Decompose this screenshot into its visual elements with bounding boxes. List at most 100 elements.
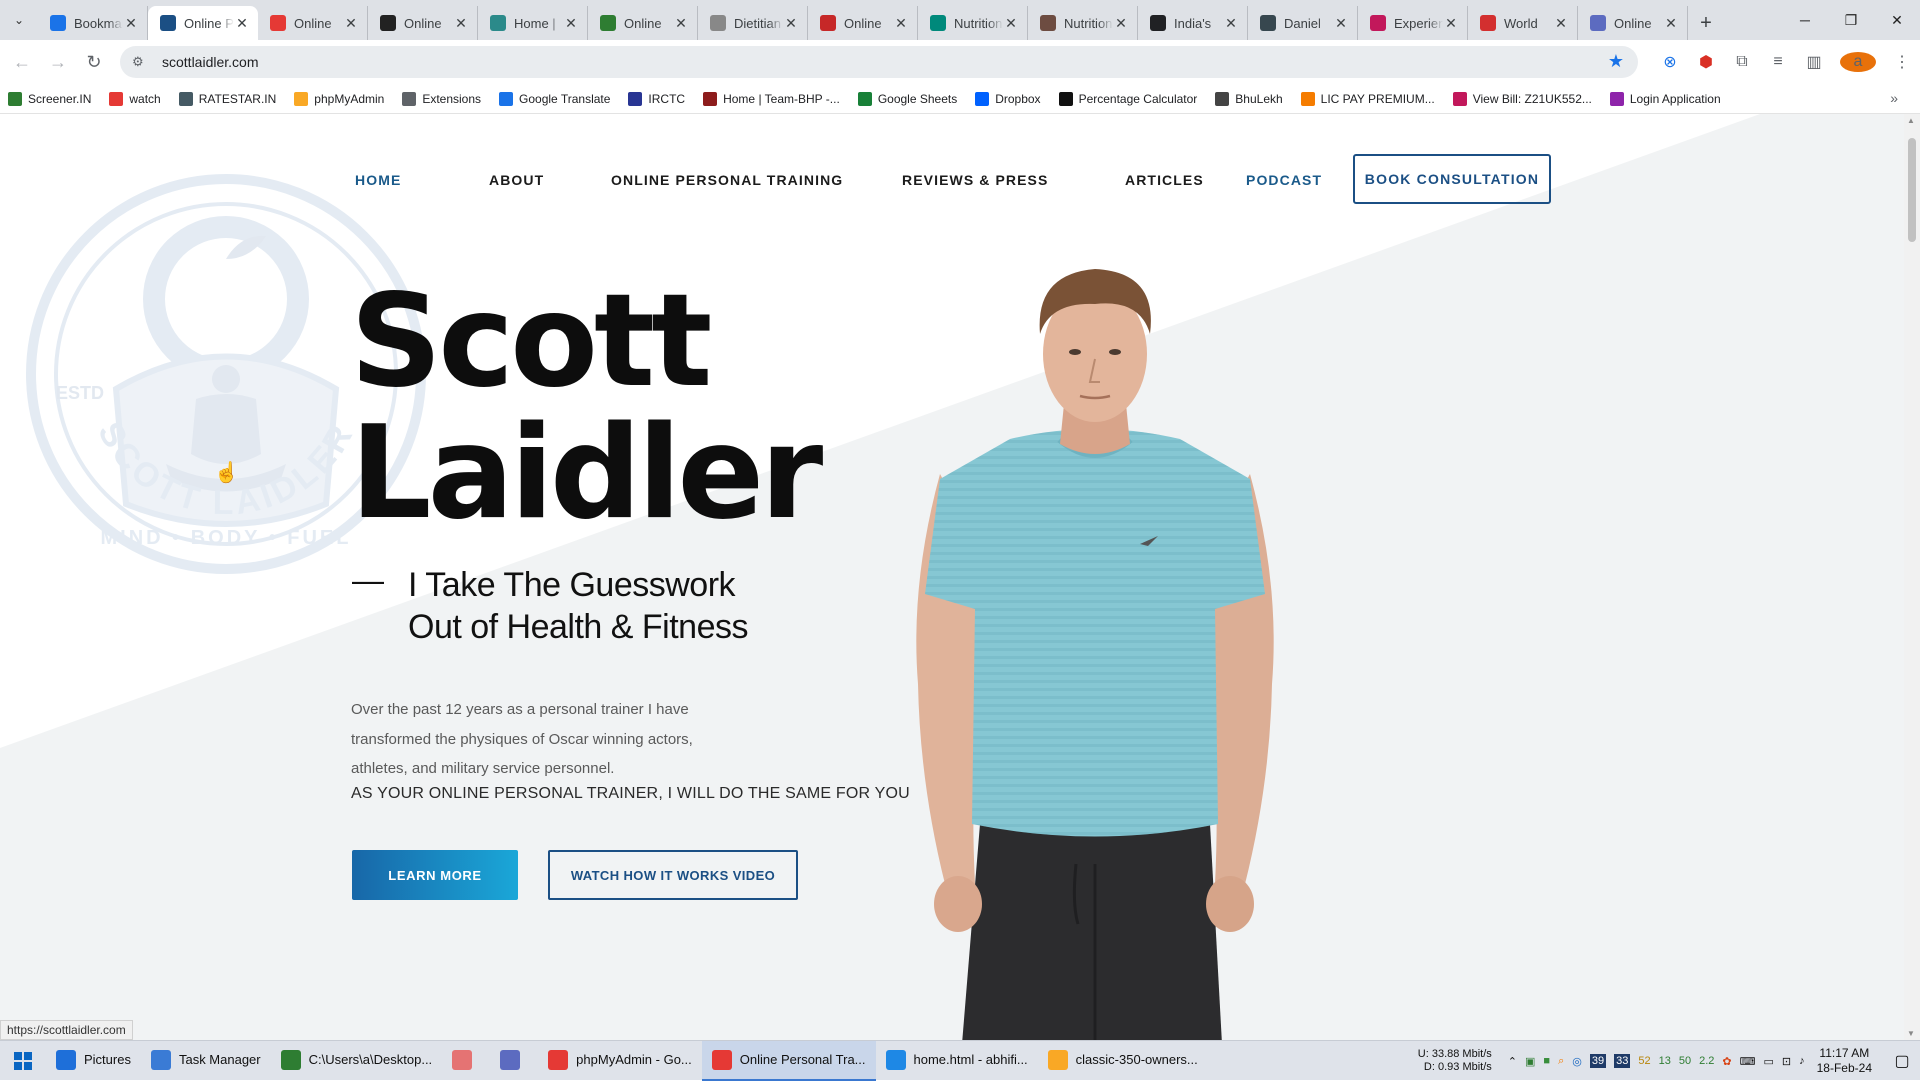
- bookmark-item[interactable]: IRCTC: [628, 91, 685, 106]
- menu-icon[interactable]: ⋮: [1884, 52, 1920, 72]
- scroll-down-icon[interactable]: ▼: [1907, 1029, 1915, 1038]
- bookmark-item[interactable]: phpMyAdmin: [294, 91, 384, 106]
- tray-app-icon[interactable]: ▣: [1525, 1055, 1535, 1068]
- nav-about[interactable]: ABOUT: [489, 172, 544, 188]
- adblock-icon[interactable]: ⬢: [1688, 52, 1724, 72]
- network-icon[interactable]: ⊡: [1782, 1055, 1791, 1068]
- minimize-icon[interactable]: ─: [1782, 0, 1828, 40]
- taskbar-app[interactable]: Online Personal Tra...: [701, 1040, 876, 1081]
- tray-number[interactable]: 52: [1638, 1055, 1650, 1067]
- nav-home[interactable]: HOME: [355, 172, 401, 188]
- bookmark-item[interactable]: Screener.IN: [8, 91, 91, 106]
- browser-tab[interactable]: Online Personal Training✕: [148, 6, 258, 40]
- volume-icon[interactable]: ♪: [1799, 1055, 1805, 1067]
- browser-tab[interactable]: Nutrition ✕: [918, 6, 1028, 40]
- taskbar-app[interactable]: classic-350-owners...: [1038, 1041, 1208, 1081]
- browser-tab[interactable]: World ✕: [1468, 6, 1578, 40]
- taskbar-app[interactable]: [442, 1041, 490, 1081]
- bookmark-item[interactable]: Google Translate: [499, 91, 610, 106]
- tray-app-icon[interactable]: ■: [1543, 1055, 1550, 1067]
- reload-icon[interactable]: ↻: [76, 44, 112, 80]
- tab-close-icon[interactable]: ✕: [1443, 15, 1459, 32]
- restore-icon[interactable]: ❐: [1828, 0, 1874, 40]
- bookmark-item[interactable]: RATESTAR.IN: [178, 91, 276, 106]
- clock[interactable]: 11:17 AM 18-Feb-24: [1817, 1046, 1872, 1076]
- bookmark-item[interactable]: Login Application: [1609, 91, 1721, 106]
- site-settings-icon[interactable]: ⚙: [132, 54, 152, 70]
- tray-number[interactable]: 2.2: [1699, 1055, 1714, 1067]
- browser-tab[interactable]: Online ✕: [808, 6, 918, 40]
- profile-avatar[interactable]: a: [1840, 52, 1876, 72]
- bookmark-star-icon[interactable]: ★: [1608, 51, 1624, 72]
- learn-more-button[interactable]: LEARN MORE: [352, 850, 518, 900]
- tray-number[interactable]: 39: [1589, 1054, 1607, 1068]
- scroll-up-icon[interactable]: ▲: [1907, 116, 1915, 125]
- tray-number[interactable]: 13: [1659, 1055, 1671, 1067]
- bookmark-item[interactable]: Home | Team-BHP -...: [703, 91, 840, 106]
- nav-online-personal-training[interactable]: ONLINE PERSONAL TRAINING: [611, 172, 843, 188]
- tab-search-chevron-icon[interactable]: ⌄: [0, 0, 38, 40]
- close-window-icon[interactable]: ✕: [1874, 0, 1920, 40]
- tab-close-icon[interactable]: ✕: [673, 15, 689, 32]
- tab-close-icon[interactable]: ✕: [123, 15, 139, 32]
- bookmark-item[interactable]: LIC PAY PREMIUM...: [1300, 91, 1435, 106]
- browser-tab[interactable]: Online ✕: [258, 6, 368, 40]
- keyboard-icon[interactable]: ⌨: [1740, 1055, 1756, 1068]
- book-consultation-button[interactable]: BOOK CONSULTATION: [1353, 154, 1551, 204]
- watch-video-button[interactable]: WATCH HOW IT WORKS VIDEO: [548, 850, 798, 900]
- nav-articles[interactable]: ARTICLES: [1125, 172, 1204, 188]
- taskbar-app[interactable]: Pictures: [46, 1041, 141, 1081]
- browser-tab[interactable]: Online ✕: [588, 6, 698, 40]
- tab-close-icon[interactable]: ✕: [1663, 15, 1679, 32]
- taskbar-app[interactable]: [490, 1041, 538, 1081]
- tab-close-icon[interactable]: ✕: [783, 15, 799, 32]
- browser-tab[interactable]: Bookmarks✕: [38, 6, 148, 40]
- tab-close-icon[interactable]: ✕: [453, 15, 469, 32]
- nav-reviews-press[interactable]: REVIEWS & PRESS: [902, 172, 1048, 188]
- bookmark-item[interactable]: Dropbox: [975, 91, 1041, 106]
- tab-close-icon[interactable]: ✕: [1003, 15, 1019, 32]
- search-icon[interactable]: ⌕: [1558, 1055, 1564, 1068]
- tab-close-icon[interactable]: ✕: [1333, 15, 1349, 32]
- tray-number[interactable]: 33: [1614, 1054, 1631, 1068]
- bookmark-item[interactable]: Google Sheets: [857, 91, 957, 106]
- page-scrollbar[interactable]: ▲ ▼: [1904, 114, 1920, 1040]
- browser-tab[interactable]: Daniel ✕: [1248, 6, 1358, 40]
- tab-close-icon[interactable]: ✕: [343, 15, 359, 32]
- back-icon[interactable]: ←: [4, 44, 40, 80]
- notifications-icon[interactable]: ▢: [1884, 1041, 1920, 1081]
- media-icon[interactable]: ≡: [1760, 53, 1796, 71]
- taskbar-app[interactable]: phpMyAdmin - Go...: [538, 1041, 702, 1081]
- browser-tab[interactable]: Nutrition ✕: [1028, 6, 1138, 40]
- tray-chevron-icon[interactable]: ⌃: [1508, 1055, 1517, 1068]
- tray-app-icon[interactable]: ◎: [1572, 1055, 1582, 1068]
- nav-podcast[interactable]: PODCAST: [1246, 172, 1322, 188]
- start-button[interactable]: [0, 1041, 46, 1081]
- side-panel-icon[interactable]: ▥: [1796, 52, 1832, 72]
- new-tab-button[interactable]: +: [1688, 6, 1724, 40]
- browser-tab[interactable]: Experience✕: [1358, 6, 1468, 40]
- browser-tab[interactable]: Online ✕: [1578, 6, 1688, 40]
- tab-close-icon[interactable]: ✕: [893, 15, 909, 32]
- bookmark-item[interactable]: watch: [109, 91, 161, 106]
- tray-number[interactable]: 50: [1679, 1055, 1691, 1067]
- taskbar-app[interactable]: home.html - abhifi...: [876, 1041, 1038, 1081]
- tab-close-icon[interactable]: ✕: [1113, 15, 1129, 32]
- tab-close-icon[interactable]: ✕: [234, 15, 250, 32]
- browser-tab[interactable]: India's ✕: [1138, 6, 1248, 40]
- more-bookmarks-icon[interactable]: »: [1890, 90, 1898, 106]
- address-bar[interactable]: ⚙ scottlaidler.com ★: [120, 46, 1638, 78]
- tab-close-icon[interactable]: ✕: [1223, 15, 1239, 32]
- extension-icon[interactable]: ⊗: [1652, 52, 1688, 72]
- forward-icon[interactable]: →: [40, 44, 76, 80]
- browser-tab[interactable]: Home | ✕: [478, 6, 588, 40]
- bookmark-item[interactable]: Extensions: [402, 91, 481, 106]
- scrollbar-thumb[interactable]: [1908, 138, 1916, 242]
- bookmark-item[interactable]: View Bill: Z21UK552...: [1452, 91, 1592, 106]
- bookmark-item[interactable]: Percentage Calculator: [1058, 91, 1197, 106]
- puzzle-icon[interactable]: ⧉: [1724, 53, 1760, 71]
- bookmark-item[interactable]: BhuLekh: [1215, 91, 1283, 106]
- battery-icon[interactable]: ▭: [1764, 1055, 1774, 1068]
- browser-tab[interactable]: Online ✕: [368, 6, 478, 40]
- tab-close-icon[interactable]: ✕: [563, 15, 579, 32]
